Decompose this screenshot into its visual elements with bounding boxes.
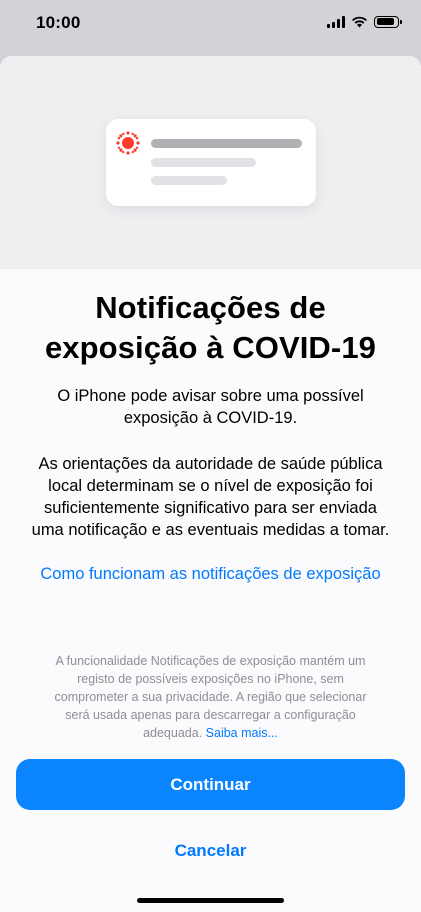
how-it-works-link[interactable]: Como funcionam as notificações de exposi… [0,563,421,585]
notification-preview-card [106,119,316,206]
status-bar: 10:00 [0,0,421,50]
guidance-line: uma notificação e as eventuais medidas a… [31,521,390,539]
exposure-notifications-sheet: Notificações de exposição à COVID-19 O i… [0,56,421,912]
intro-text: O iPhone pode avisar sobre uma possível … [40,385,381,429]
learn-more-link[interactable]: Saiba mais... [206,726,278,740]
status-time: 10:00 [36,13,81,32]
privacy-note: A funcionalidade Notificações de exposiç… [30,652,391,742]
continue-button[interactable]: Continuar [16,759,405,810]
privacy-line: A funcionalidade Notificações de exposiç… [55,654,366,668]
cancel-button[interactable]: Cancelar [0,841,421,861]
intro-line: exposição à COVID-19. [123,409,298,427]
wifi-icon [352,16,367,28]
guidance-text: As orientações da autoridade de saúde pú… [20,453,401,541]
hero-illustration [0,56,421,269]
placeholder-line [151,158,256,167]
home-indicator[interactable] [137,898,284,903]
title-line: Notificações de [95,290,326,325]
intro-line: O iPhone pode avisar sobre uma possível [57,387,364,405]
exposure-virus-icon [116,131,140,155]
guidance-line: local determinam se o nível de exposição… [48,477,373,495]
placeholder-line [151,176,227,185]
privacy-line: registo de possíveis exposições no iPhon… [77,672,344,686]
guidance-line: As orientações da autoridade de saúde pú… [38,455,383,473]
page-title: Notificações de exposição à COVID-19 [0,288,421,368]
cellular-signal-icon [327,15,345,28]
privacy-line: será usada apenas para descarregar a con… [65,708,356,722]
title-line: exposição à COVID-19 [44,330,377,365]
privacy-line: adequada. [143,726,203,740]
battery-icon [374,15,402,28]
status-icons [327,15,402,28]
guidance-line: suficientemente significativo para ser e… [44,499,377,517]
placeholder-line [151,139,302,148]
privacy-line: comprometer a sua privacidade. A região … [54,690,367,704]
